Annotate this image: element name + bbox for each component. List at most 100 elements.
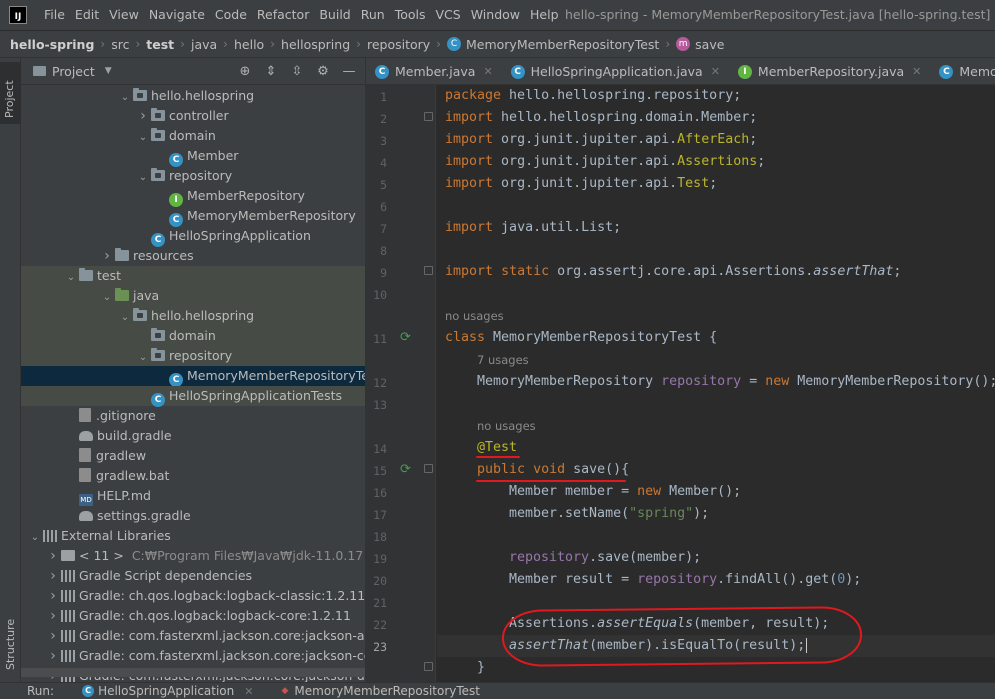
tree-item[interactable]: build.gradle	[21, 426, 365, 446]
fold-icon[interactable]	[424, 112, 433, 121]
tree-item[interactable]: ⌄ repository	[21, 346, 365, 368]
usage-hint[interactable]: no usages	[445, 305, 504, 327]
close-icon[interactable]: ✕	[483, 58, 492, 84]
tree-item[interactable]: gradlew	[21, 446, 365, 466]
chevron-down-icon[interactable]: ⌄	[135, 168, 151, 188]
breadcrumb-java[interactable]: java	[191, 37, 217, 52]
chevron-right-icon[interactable]: ›	[45, 586, 61, 606]
chevron-down-icon[interactable]: ⌄	[117, 88, 133, 108]
menu-vcs[interactable]: VCS	[431, 0, 466, 30]
tree-item[interactable]: C Member	[21, 146, 365, 167]
tree-item[interactable]: I MemberRepository	[21, 186, 365, 207]
tree-item[interactable]: C MemoryMemberRepositoryTest	[21, 366, 365, 387]
breadcrumb-test[interactable]: test	[146, 37, 174, 52]
chevron-down-icon[interactable]: ▼	[105, 66, 112, 76]
tree-item[interactable]: › Gradle: com.fasterxml.jackson.core:jack…	[21, 646, 365, 666]
chevron-down-icon[interactable]: ⌄	[99, 288, 115, 308]
menu-edit[interactable]: Edit	[70, 0, 104, 30]
run-tab-memorymemberrepositorytest[interactable]: ◆ MemoryMemberRepositoryTest	[281, 684, 480, 698]
menu-file[interactable]: File	[39, 0, 70, 30]
menu-window[interactable]: Window	[466, 0, 525, 30]
breadcrumb-method[interactable]: save	[695, 37, 724, 52]
tree-item[interactable]: › resources	[21, 246, 365, 266]
code-editor[interactable]: package hello.hellospring.repository; im…	[437, 85, 995, 682]
fold-icon[interactable]	[424, 464, 433, 473]
close-icon[interactable]: ✕	[711, 58, 720, 84]
chevron-down-icon[interactable]: ⌄	[135, 348, 151, 368]
tab-memberrepository-java[interactable]: I MemberRepository.java ✕	[729, 58, 930, 84]
chevron-down-icon[interactable]: ⌄	[117, 308, 133, 328]
usage-hint[interactable]: 7 usages	[477, 349, 529, 371]
tree-item[interactable]: ⌄ External Libraries	[21, 526, 365, 548]
chevron-right-icon[interactable]: ›	[45, 606, 61, 626]
menu-tools[interactable]: Tools	[390, 0, 431, 30]
breadcrumb-hello[interactable]: hello	[234, 37, 264, 52]
close-icon[interactable]: ✕	[912, 58, 921, 84]
menu-run[interactable]: Run	[356, 0, 390, 30]
tree-item[interactable]: domain	[21, 326, 365, 346]
chevron-down-icon[interactable]: ⌄	[27, 528, 43, 548]
chevron-right-icon[interactable]: ›	[45, 626, 61, 646]
project-tool-button[interactable]: Project	[0, 62, 21, 124]
chevron-down-icon[interactable]: ⌄	[135, 128, 151, 148]
tree-item[interactable]: › < 11 > C:₩Program Files₩Java₩jdk-11.0.17	[21, 546, 365, 566]
locate-icon[interactable]: ⊕	[235, 64, 255, 79]
method-icon: m	[676, 37, 691, 51]
breadcrumb-class[interactable]: MemoryMemberRepositoryTest	[466, 37, 659, 52]
tree-item[interactable]: › Gradle: com.fasterxml.jackson.core:jack…	[21, 626, 365, 646]
tree-item[interactable]: C HelloSpringApplicationTests	[21, 386, 365, 407]
tree-item[interactable]: ⌄ repository	[21, 166, 365, 188]
tree-item[interactable]: MD HELP.md	[21, 486, 365, 506]
menu-code[interactable]: Code	[210, 0, 252, 30]
chevron-right-icon[interactable]: ›	[45, 546, 61, 566]
chevron-right-icon[interactable]: ›	[135, 106, 151, 126]
intellij-logo-icon[interactable]: IJ	[9, 6, 27, 24]
chevron-down-icon[interactable]: ⌄	[63, 268, 79, 288]
tree-item[interactable]: ⌄ hello.hellospring	[21, 306, 365, 328]
close-icon[interactable]: ✕	[244, 685, 253, 698]
minimize-icon[interactable]: —	[339, 64, 359, 79]
run-test-icon[interactable]: ⟳	[400, 331, 414, 345]
gradle-icon	[79, 511, 93, 521]
tree-item[interactable]: ⌄ test	[21, 266, 365, 288]
fold-icon[interactable]	[424, 266, 433, 275]
horizontal-scrollbar[interactable]	[21, 668, 365, 677]
tab-memorymemberrepository-java[interactable]: C MemoryMemberRep	[930, 58, 995, 84]
breadcrumb-hellospring[interactable]: hellospring	[281, 37, 350, 52]
tree-item[interactable]: settings.gradle	[21, 506, 365, 526]
tree-item[interactable]: ⌄ domain	[21, 126, 365, 148]
menu-refactor[interactable]: Refactor	[252, 0, 314, 30]
tree-item[interactable]: › Gradle Script dependencies	[21, 566, 365, 586]
tree-item[interactable]: C HelloSpringApplication	[21, 226, 365, 247]
chevron-right-icon[interactable]: ›	[99, 246, 115, 266]
chevron-right-icon[interactable]: ›	[45, 646, 61, 666]
tree-item[interactable]: C MemoryMemberRepository	[21, 206, 365, 227]
menu-view[interactable]: View	[104, 0, 144, 30]
usage-hint[interactable]: no usages	[477, 415, 536, 437]
tree-item[interactable]: ⌄ java	[21, 286, 365, 308]
tree-item[interactable]: › Gradle: ch.qos.logback:logback-classic:…	[21, 586, 365, 606]
chevron-right-icon[interactable]: ›	[45, 566, 61, 586]
tree-item[interactable]: gradlew.bat	[21, 466, 365, 486]
menu-help[interactable]: Help	[525, 0, 564, 30]
tree-item[interactable]: ⌄ hello.hellospring	[21, 86, 365, 108]
class-icon: C	[939, 64, 954, 79]
expand-all-icon[interactable]: ⇕	[261, 64, 281, 79]
menu-navigate[interactable]: Navigate	[144, 0, 210, 30]
run-test-icon[interactable]: ⟳	[400, 463, 414, 477]
tree-item[interactable]: .gitignore	[21, 406, 365, 426]
tree-item[interactable]: › Gradle: ch.qos.logback:logback-core:1.2…	[21, 606, 365, 626]
breadcrumb-src[interactable]: src	[111, 37, 129, 52]
gear-icon[interactable]: ⚙	[313, 64, 333, 79]
run-tab-hellospringapplication[interactable]: C HelloSpringApplication ✕	[82, 684, 253, 698]
tab-hellospringapplication-java[interactable]: C HelloSpringApplication.java ✕	[502, 58, 729, 84]
tab-member-java[interactable]: C Member.java ✕	[366, 58, 502, 84]
project-panel-title[interactable]: Project	[52, 64, 95, 79]
breadcrumb-repository[interactable]: repository	[367, 37, 430, 52]
tree-item-label: HELP.md	[97, 488, 151, 503]
fold-icon[interactable]	[424, 662, 433, 671]
menu-build[interactable]: Build	[314, 0, 355, 30]
collapse-all-icon[interactable]: ⇳	[287, 64, 307, 79]
breadcrumb-project[interactable]: hello-spring	[10, 37, 94, 52]
tree-item[interactable]: › controller	[21, 106, 365, 126]
